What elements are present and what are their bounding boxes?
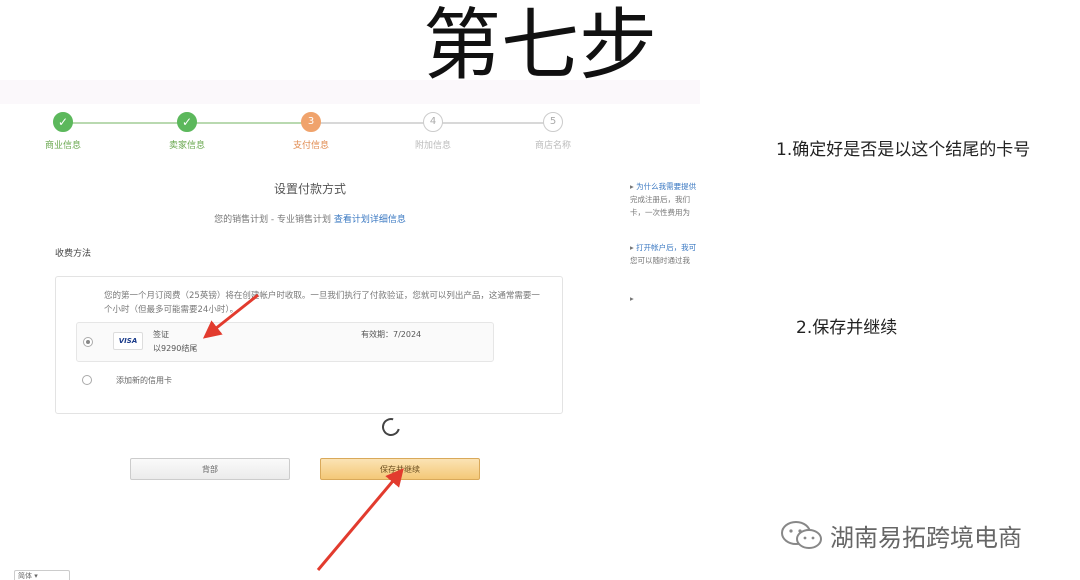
arrow-to-card (202, 293, 259, 339)
arrow-to-save-button (316, 468, 404, 571)
watermark-text: 湖南易拓跨境电商 (830, 524, 1022, 552)
annotation-arrows (202, 293, 404, 571)
note-save-continue: 2.保存并继续 (796, 318, 898, 338)
wechat-icon (781, 521, 822, 549)
note-confirm-card: 1.确定好是否是以这个结尾的卡号 (776, 140, 1031, 160)
